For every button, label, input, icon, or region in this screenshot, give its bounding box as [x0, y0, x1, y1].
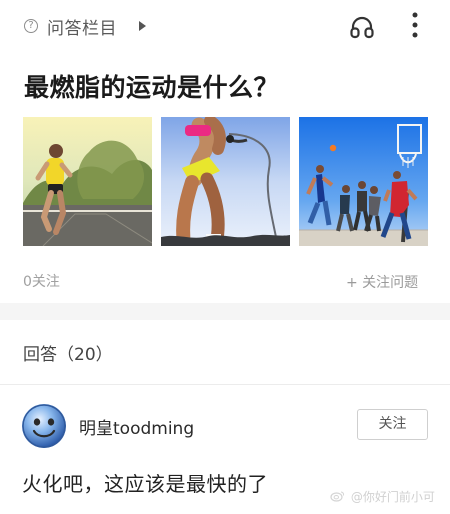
headphones-icon[interactable]: [349, 15, 375, 39]
answers-count-header: 回答（20）: [23, 345, 113, 365]
column-title[interactable]: 问答栏目: [47, 14, 117, 39]
watermark-text: @你好门前小可: [350, 490, 435, 504]
top-bar: ? 问答栏目: [0, 0, 450, 52]
question-title: 最燃脂的运动是什么？: [24, 73, 280, 102]
play-icon[interactable]: [139, 21, 146, 31]
jump-rope-photo-art: [161, 117, 290, 246]
weibo-watermark: @你好门前小可: [330, 488, 435, 505]
runner-photo-art: [23, 117, 152, 246]
basketball-photo-art: [299, 117, 428, 246]
avatar[interactable]: [21, 403, 67, 449]
follow-user-button[interactable]: 关注: [357, 409, 428, 440]
weibo-logo-icon: [330, 491, 345, 502]
basketball-photo[interactable]: [299, 117, 428, 246]
question-circle-icon: ?: [24, 19, 38, 33]
answer-body: 火化吧，这应该是最快的了: [22, 472, 268, 496]
follower-count: 0关注: [23, 274, 60, 290]
answers-divider: [0, 384, 450, 385]
more-vertical-icon[interactable]: [412, 12, 418, 40]
follow-question-button[interactable]: + 关注问题: [346, 272, 418, 292]
answer-author-name[interactable]: 明皇toodming: [79, 414, 194, 439]
question-image-gallery: [23, 117, 428, 246]
runner-photo[interactable]: [23, 117, 152, 246]
jump-rope-photo[interactable]: [161, 117, 290, 246]
section-divider: [0, 303, 450, 320]
